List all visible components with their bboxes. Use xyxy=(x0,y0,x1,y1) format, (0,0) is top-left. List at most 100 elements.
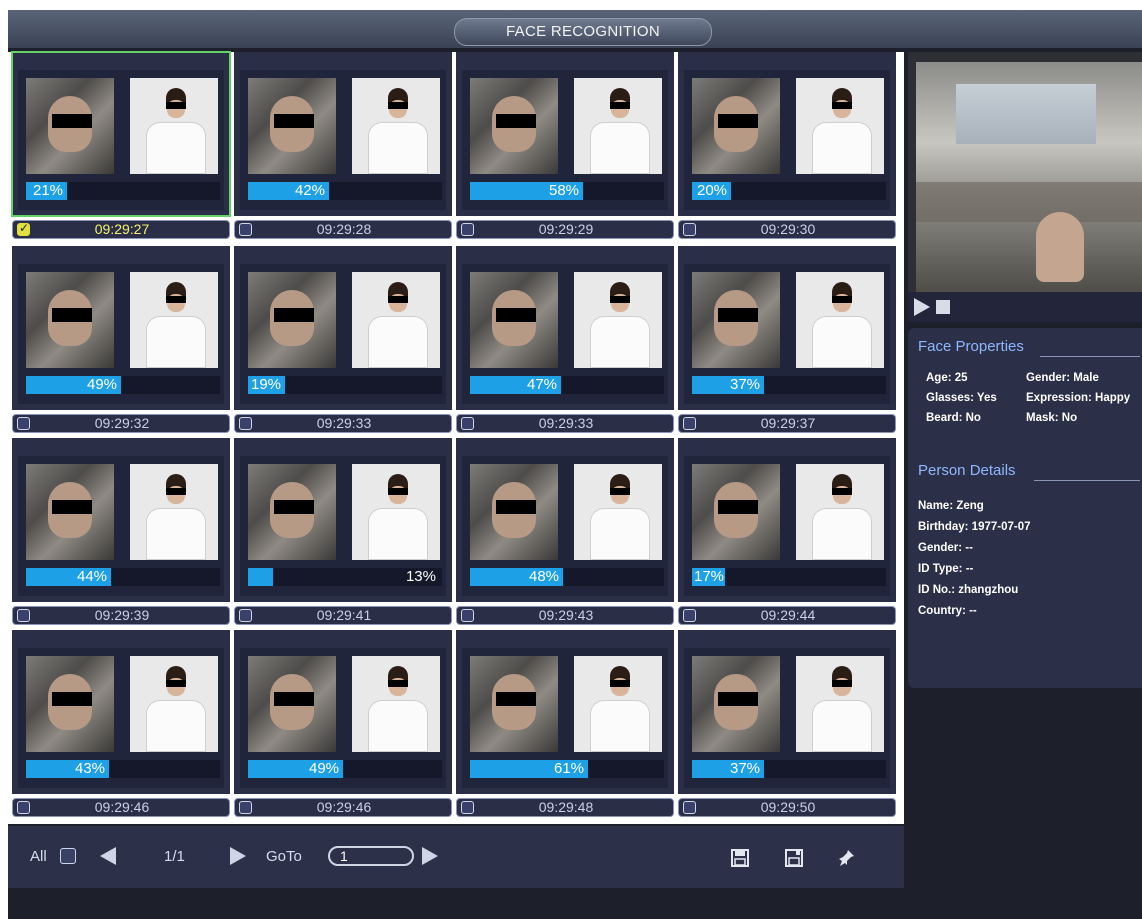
pin-icon[interactable] xyxy=(836,848,856,868)
reference-body xyxy=(812,508,872,560)
chevron-left-icon[interactable] xyxy=(100,847,116,865)
face-card[interactable]: 43% xyxy=(12,630,230,794)
privacy-mask xyxy=(718,114,758,128)
face-card-caption: 09:29:27 xyxy=(12,220,230,239)
face-card[interactable]: 42% xyxy=(234,52,452,216)
face-gender: Gender: Male xyxy=(1026,372,1099,384)
captured-face-image xyxy=(692,272,780,368)
face-properties-divider xyxy=(1040,356,1140,357)
reference-face-image xyxy=(130,656,218,752)
chevron-right-icon[interactable] xyxy=(230,847,246,865)
similarity-bar: 49% xyxy=(248,760,442,778)
captured-face-image xyxy=(248,78,336,174)
reference-body xyxy=(590,508,650,560)
similarity-percent: 17% xyxy=(694,568,725,585)
goto-input[interactable] xyxy=(328,846,414,866)
capture-time: 09:29:41 xyxy=(316,607,372,623)
capture-time: 09:29:43 xyxy=(538,607,594,623)
privacy-mask xyxy=(718,308,758,322)
face-card[interactable]: 49% xyxy=(234,630,452,794)
face-card-caption: 09:29:50 xyxy=(678,798,896,817)
similarity-percent: 42% xyxy=(295,182,326,199)
privacy-mask xyxy=(52,500,92,514)
capture-time: 09:29:30 xyxy=(760,221,816,237)
similarity-bar: 44% xyxy=(26,568,220,586)
face-card[interactable]: 19% xyxy=(234,246,452,410)
face-card-body: 21% xyxy=(18,70,224,210)
person-name: Name: Zeng xyxy=(918,500,984,512)
person-details-divider xyxy=(1034,480,1140,481)
reference-face-image xyxy=(352,464,440,560)
face-card-caption: 09:29:41 xyxy=(234,606,452,625)
video-desk-bg xyxy=(916,182,1142,222)
face-recognition-window: FACE RECOGNITION 21% 09:29:27 42% 09:29:28 5… xyxy=(8,10,1142,919)
similarity-bar: 58% xyxy=(470,182,664,200)
captured-face-image xyxy=(470,464,558,560)
face-card-body: 43% xyxy=(18,648,224,788)
stop-icon[interactable] xyxy=(936,300,950,314)
face-card-body: 17% xyxy=(684,456,890,596)
similarity-percent: 37% xyxy=(730,376,761,393)
reference-face-image xyxy=(796,272,884,368)
save-as-icon[interactable] xyxy=(784,848,804,868)
reference-face-image xyxy=(130,464,218,560)
similarity-percent: 58% xyxy=(549,182,580,199)
similarity-percent: 61% xyxy=(554,760,585,777)
video-preview[interactable] xyxy=(908,52,1142,292)
face-card-caption: 09:29:44 xyxy=(678,606,896,625)
privacy-mask xyxy=(496,114,536,128)
reference-mask xyxy=(166,296,186,303)
face-card[interactable]: 47% xyxy=(456,246,674,410)
similarity-bar: 49% xyxy=(26,376,220,394)
face-card[interactable]: 13% xyxy=(234,438,452,602)
face-card[interactable]: 17% xyxy=(678,438,896,602)
reference-body xyxy=(812,316,872,368)
reference-face-image xyxy=(574,464,662,560)
capture-time: 09:29:46 xyxy=(94,799,150,815)
similarity-bar: 42% xyxy=(248,182,442,200)
properties-panel: Face Properties Age: 25 Gender: Male Gla… xyxy=(908,328,1142,688)
face-card[interactable]: 58% xyxy=(456,52,674,216)
reference-face-image xyxy=(130,272,218,368)
face-card[interactable]: 49% xyxy=(12,246,230,410)
select-all-label: All xyxy=(30,848,47,865)
similarity-bar: 20% xyxy=(692,182,886,200)
captured-face-image xyxy=(248,272,336,368)
reference-mask xyxy=(832,680,852,687)
select-all-checkbox[interactable] xyxy=(60,848,76,864)
goto-label: GoTo xyxy=(266,848,302,865)
similarity-percent: 47% xyxy=(527,376,558,393)
save-icon[interactable] xyxy=(730,848,750,868)
goto-go-icon[interactable] xyxy=(422,847,438,865)
reference-face-image xyxy=(574,656,662,752)
person-country: Country: -- xyxy=(918,605,977,617)
face-card-caption: 09:29:46 xyxy=(12,798,230,817)
face-card[interactable]: 20% xyxy=(678,52,896,216)
reference-face-image xyxy=(574,78,662,174)
play-icon[interactable] xyxy=(914,298,930,316)
face-card-caption: 09:29:30 xyxy=(678,220,896,239)
face-card[interactable]: 37% xyxy=(678,246,896,410)
face-card-body: 20% xyxy=(684,70,890,210)
privacy-mask xyxy=(52,692,92,706)
capture-time: 09:29:48 xyxy=(538,799,594,815)
face-card[interactable]: 37% xyxy=(678,630,896,794)
reference-body xyxy=(590,700,650,752)
face-card[interactable]: 61% xyxy=(456,630,674,794)
face-card-caption: 09:29:43 xyxy=(456,606,674,625)
face-card[interactable]: 21% xyxy=(11,51,231,217)
face-card[interactable]: 48% xyxy=(456,438,674,602)
reference-body xyxy=(146,700,206,752)
footer-area xyxy=(8,888,1142,919)
reference-mask xyxy=(166,488,186,495)
capture-time: 09:29:44 xyxy=(760,607,816,623)
face-card[interactable]: 44% xyxy=(12,438,230,602)
privacy-mask xyxy=(496,308,536,322)
similarity-bar: 37% xyxy=(692,760,886,778)
similarity-bar: 19% xyxy=(248,376,442,394)
reference-mask xyxy=(832,488,852,495)
person-details-title: Person Details xyxy=(918,462,1016,479)
window-title: FACE RECOGNITION xyxy=(454,18,712,46)
privacy-mask xyxy=(52,114,92,128)
privacy-mask xyxy=(718,500,758,514)
